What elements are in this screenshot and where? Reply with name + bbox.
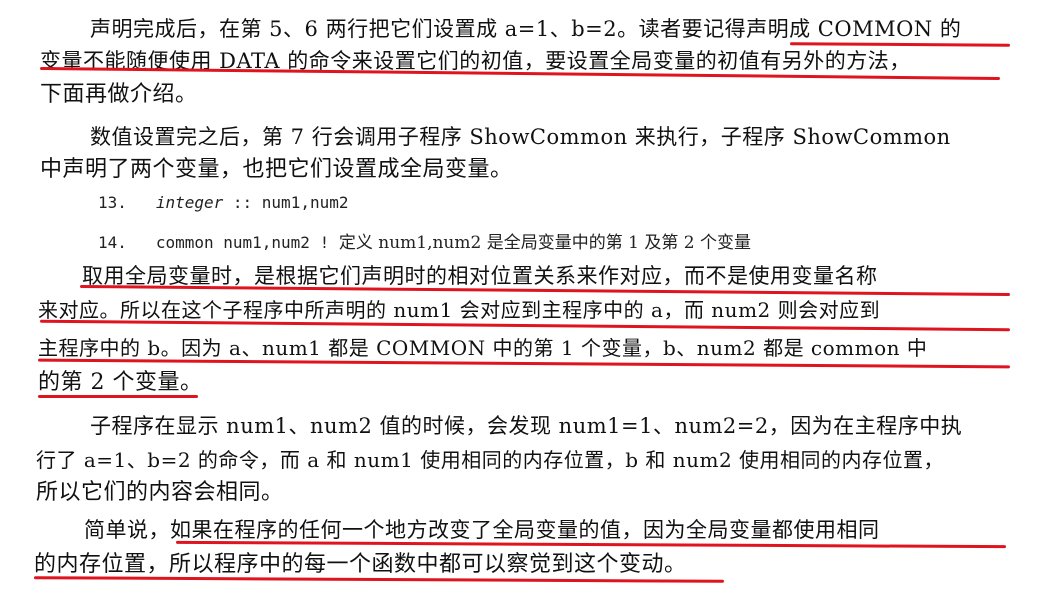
paragraph-1-line-1: 声明完成后，在第 5、6 两行把它们设置成 a=1、b=2。读者要记得声明成 C…	[90, 17, 962, 41]
code-comment: 定义 num1,num2 是全局变量中的第 1 及第 2 个变量	[338, 233, 751, 253]
paragraph-2-line-2: 中声明了两个变量，也把它们设置成全局变量。	[40, 157, 513, 182]
code-text: :: num1,num2	[232, 193, 349, 212]
code-line-number: 14.	[98, 233, 127, 252]
code-line-14: 14. common num1,num2 ! 定义 num1,num2 是全局变…	[98, 232, 751, 254]
code-line-13: 13. integer :: num1,num2	[98, 192, 348, 214]
paragraph-3-line-3: 主程序中的 b。因为 a、num1 都是 COMMON 中的第 1 个变量，b、…	[38, 336, 928, 360]
paragraph-4-line-1: 子程序在显示 num1、num2 值的时候，会发现 num1=1、num2=2，…	[90, 414, 963, 438]
paragraph-5-line-2: 的内存位置，所以程序中的每一个函数中都可以察觉到这个变动。	[34, 552, 687, 577]
red-underline	[38, 395, 198, 398]
paragraph-2-line-1: 数值设置完之后，第 7 行会调用子程序 ShowCommon 来执行，子程序 S…	[90, 125, 951, 149]
code-text: common num1,num2 !	[155, 233, 330, 252]
paragraph-3-line-4: 的第 2 个变量。	[38, 370, 203, 395]
paragraph-4-line-2: 行了 a=1、b=2 的命令，而 a 和 num1 使用相同的内存位置，b 和 …	[36, 448, 945, 472]
paragraph-4-line-3: 所以它们的内容会相同。	[36, 480, 284, 505]
paragraph-1-line-3: 下面再做介绍。	[40, 82, 198, 107]
code-keyword: integer	[155, 193, 224, 212]
code-line-number: 13.	[98, 193, 127, 212]
book-page: 声明完成后，在第 5、6 两行把它们设置成 a=1、b=2。读者要记得声明成 C…	[0, 0, 1064, 592]
